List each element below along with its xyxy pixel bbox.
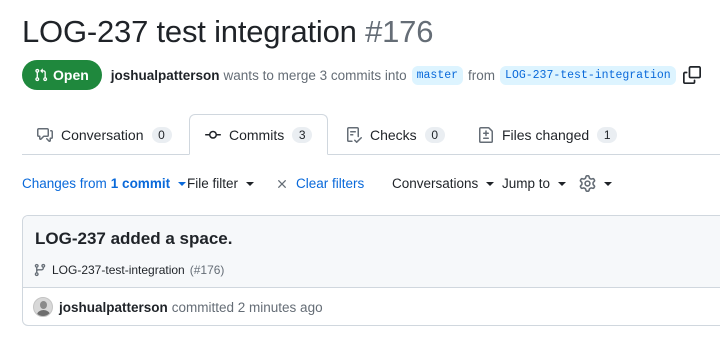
file-filter-label: File filter xyxy=(187,176,239,191)
changes-value: 1 commit xyxy=(110,176,171,191)
gear-icon xyxy=(579,175,596,192)
tab-label: Files changed xyxy=(502,127,590,143)
commit-pr-ref[interactable]: (#176) xyxy=(190,263,225,277)
pr-author-link[interactable]: joshualpatterson xyxy=(111,68,220,83)
clear-filters-button[interactable]: Clear filters xyxy=(275,176,364,191)
commit-card: LOG-237 added a space. LOG-237-test-inte… xyxy=(22,215,720,326)
changes-prefix: Changes from xyxy=(22,176,107,191)
merge-text: wants to merge 3 commits into xyxy=(223,67,407,83)
status-badge: Open xyxy=(22,60,102,90)
close-icon xyxy=(278,179,286,188)
commit-action: committed 2 minutes ago xyxy=(171,299,323,315)
tab-conversation[interactable]: Conversation 0 xyxy=(37,115,172,155)
tab-counter: 3 xyxy=(292,126,313,143)
commit-message[interactable]: LOG-237 added a space. xyxy=(35,229,232,249)
chevron-down-icon xyxy=(486,181,495,186)
tab-counter: 0 xyxy=(151,127,172,143)
chevron-down-icon xyxy=(178,181,187,186)
git-commit-icon xyxy=(205,130,221,139)
tab-commits[interactable]: Commits 3 xyxy=(189,114,329,155)
tab-label: Commits xyxy=(229,126,285,143)
avatar[interactable] xyxy=(33,297,53,317)
comment-discussion-icon xyxy=(37,128,53,142)
changes-from-dropdown[interactable]: Changes from 1 commit xyxy=(22,176,187,191)
jump-to-dropdown[interactable]: Jump to xyxy=(502,176,567,191)
conversations-dropdown[interactable]: Conversations xyxy=(392,176,495,191)
from-text: from xyxy=(468,67,496,83)
tab-counter: 1 xyxy=(597,127,618,143)
chevron-down-icon xyxy=(246,181,255,186)
diff-toolbar: Changes from 1 commit File filter Clear … xyxy=(22,175,720,196)
head-branch[interactable]: LOG-237-test-integration xyxy=(500,65,676,85)
commit-author-row: joshualpatterson committed 2 minutes ago xyxy=(33,297,323,317)
commit-branch-name[interactable]: LOG-237-test-integration xyxy=(52,263,185,277)
chevron-down-icon xyxy=(604,181,612,186)
status-label: Open xyxy=(53,67,89,83)
pr-meta: Open joshualpatterson wants to merge 3 c… xyxy=(22,60,701,90)
pr-title: LOG-237 test integration #176 xyxy=(22,14,433,50)
pr-tabs: Conversation 0 Commits 3 Checks 0 Files … xyxy=(22,114,720,155)
commit-branch: LOG-237-test-integration (#176) xyxy=(33,263,224,277)
tab-checks[interactable]: Checks 0 xyxy=(346,115,445,155)
tab-label: Checks xyxy=(370,127,417,143)
tab-counter: 0 xyxy=(424,127,445,143)
git-branch-icon xyxy=(34,263,46,277)
clear-filters-label: Clear filters xyxy=(296,176,365,191)
chevron-down-icon xyxy=(558,181,567,186)
copy-icon[interactable] xyxy=(682,66,701,84)
git-pull-request-icon xyxy=(35,68,48,82)
pr-number: #176 xyxy=(365,14,434,49)
settings-dropdown[interactable] xyxy=(579,175,612,192)
pr-title-text: LOG-237 test integration xyxy=(22,14,357,49)
base-branch[interactable]: master xyxy=(411,65,464,85)
commit-author[interactable]: joshualpatterson xyxy=(59,300,168,315)
file-diff-icon xyxy=(479,127,493,143)
conversations-label: Conversations xyxy=(392,176,479,191)
tab-label: Conversation xyxy=(61,127,144,143)
file-filter-dropdown[interactable]: File filter xyxy=(187,176,255,191)
tab-files-changed[interactable]: Files changed 1 xyxy=(478,115,618,155)
jump-to-label: Jump to xyxy=(502,176,551,191)
checklist-icon xyxy=(347,127,362,143)
commit-header: LOG-237 added a space. LOG-237-test-inte… xyxy=(23,216,720,288)
